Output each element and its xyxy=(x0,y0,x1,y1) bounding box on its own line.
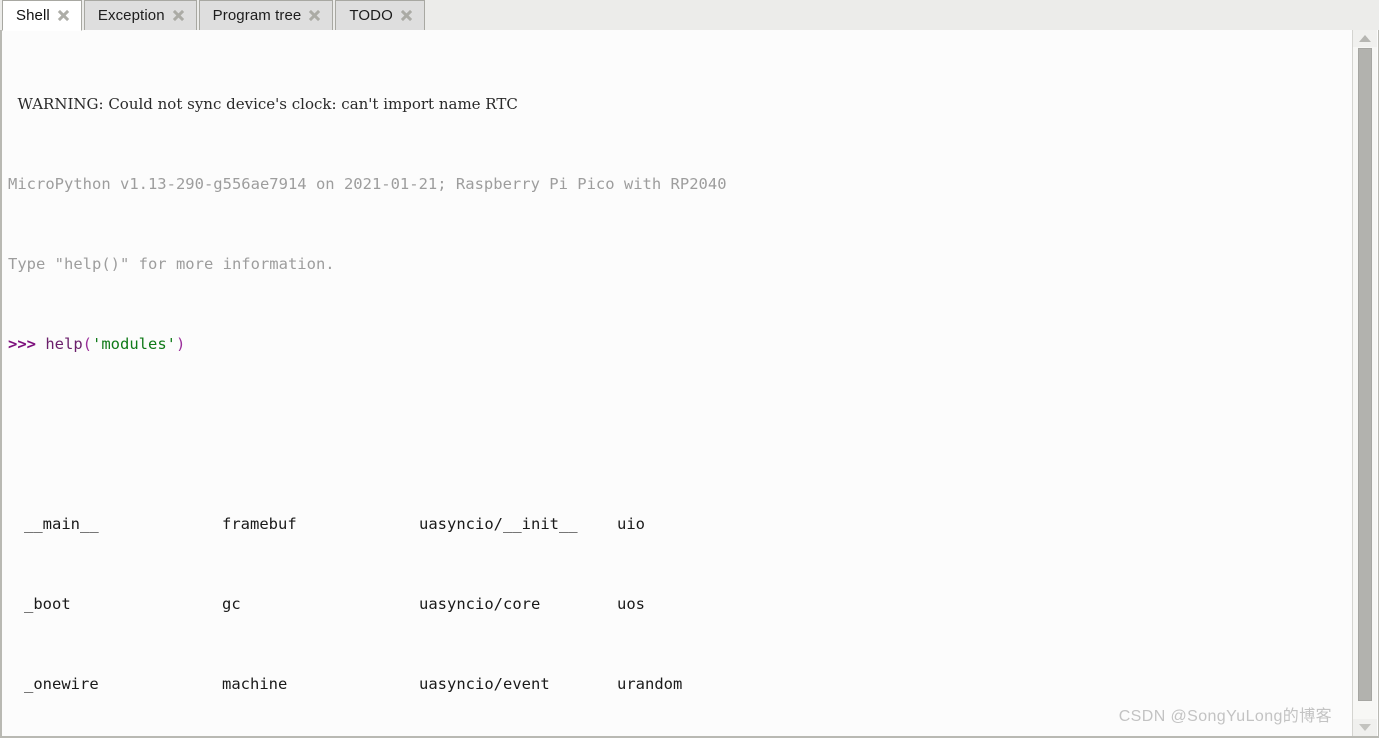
scroll-down-button[interactable] xyxy=(1353,719,1377,736)
command-argument: 'modules' xyxy=(92,335,177,353)
command-close-paren: ) xyxy=(176,335,186,353)
module-cell: uio xyxy=(617,515,645,533)
module-cell: urandom xyxy=(617,675,683,693)
tab-todo[interactable]: TODO xyxy=(335,0,425,30)
shell-console-pane: WARNING: Could not sync device's clock: … xyxy=(0,30,1379,738)
scroll-up-button[interactable] xyxy=(1353,30,1377,47)
close-icon[interactable] xyxy=(57,9,70,22)
module-cell: uasyncio/event xyxy=(419,675,550,693)
module-cell: uasyncio/core xyxy=(419,595,541,613)
console-output[interactable]: WARNING: Could not sync device's clock: … xyxy=(2,30,1351,736)
console-banner-line: MicroPython v1.13-290-g556ae7914 on 2021… xyxy=(8,175,727,193)
module-cell: _onewire xyxy=(24,675,99,693)
close-icon[interactable] xyxy=(308,9,321,22)
module-cell: gc xyxy=(222,595,241,613)
close-icon[interactable] xyxy=(172,9,185,22)
tab-bar: Shell Exception Program tree TODO xyxy=(0,0,1379,31)
tab-program-tree-label: Program tree xyxy=(212,7,302,24)
tab-todo-label: TODO xyxy=(349,7,393,24)
module-cell: framebuf xyxy=(222,515,297,533)
console-command-line: >>> help('modules') xyxy=(2,334,1351,354)
scrollbar-thumb[interactable] xyxy=(1358,48,1372,701)
console-help-hint-line: Type "help()" for more information. xyxy=(8,255,335,273)
prompt-marker: >>> xyxy=(8,335,36,353)
tab-exception[interactable]: Exception xyxy=(83,0,197,30)
close-icon[interactable] xyxy=(400,9,413,22)
module-row: _onewire machine uasyncio/event urandom xyxy=(2,674,1351,694)
module-row: __main__ framebuf uasyncio/__init__ uio xyxy=(2,514,1351,534)
thonny-shell-window: Shell Exception Program tree TODO WARNIN… xyxy=(0,0,1379,746)
module-cell: machine xyxy=(222,675,288,693)
scrollbar-track[interactable] xyxy=(1353,47,1377,719)
console-warning-line: WARNING: Could not sync device's clock: … xyxy=(8,95,518,113)
tab-exception-label: Exception xyxy=(97,7,165,24)
chevron-up-icon xyxy=(1359,35,1371,42)
command-function-name: help xyxy=(45,335,83,353)
tab-shell[interactable]: Shell xyxy=(2,0,82,31)
command-open-paren: ( xyxy=(82,335,93,353)
module-cell: uasyncio/__init__ xyxy=(419,515,578,533)
chevron-down-icon xyxy=(1359,724,1371,731)
watermark-text: CSDN @SongYuLong的博客 xyxy=(1118,708,1332,725)
module-cell: uos xyxy=(617,595,645,613)
module-row: _boot gc uasyncio/core uos xyxy=(2,594,1351,614)
tab-program-tree[interactable]: Program tree xyxy=(198,0,334,30)
module-cell: _boot xyxy=(24,595,71,613)
module-cell: __main__ xyxy=(24,515,99,533)
vertical-scrollbar[interactable] xyxy=(1352,30,1377,736)
tab-shell-label: Shell xyxy=(16,7,50,24)
